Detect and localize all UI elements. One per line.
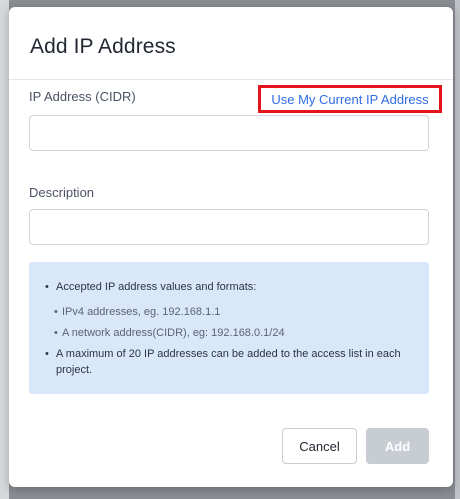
- backdrop: [0, 0, 9, 499]
- info-sub-item-text: IPv4 addresses, eg. 192.168.1.1: [62, 306, 221, 318]
- info-sub-item: • IPv4 addresses, eg. 192.168.1.1: [54, 304, 221, 320]
- info-box: • Accepted IP address values and formats…: [29, 262, 429, 394]
- bullet-icon: •: [54, 327, 58, 339]
- add-ip-dialog: Add IP Address IP Address (CIDR) Use My …: [9, 7, 453, 487]
- ip-address-input[interactable]: [29, 115, 429, 151]
- use-current-ip-link[interactable]: Use My Current IP Address: [258, 85, 442, 113]
- info-item-text: Accepted IP address values and formats:: [56, 281, 257, 293]
- bullet-icon: •: [54, 306, 58, 318]
- cancel-button[interactable]: Cancel: [282, 428, 357, 464]
- backdrop-scrollbar: [455, 0, 460, 499]
- info-sub-item: • A network address(CIDR), eg: 192.168.0…: [54, 325, 285, 341]
- info-item: • A maximum of 20 IP addresses can be ad…: [45, 346, 416, 378]
- info-sub-item-text: A network address(CIDR), eg: 192.168.0.1…: [62, 327, 285, 339]
- bullet-icon: •: [45, 348, 49, 360]
- description-input[interactable]: [29, 209, 429, 245]
- header-divider: [9, 79, 453, 80]
- info-item: • Accepted IP address values and formats…: [45, 279, 416, 295]
- dialog-title: Add IP Address: [30, 35, 176, 58]
- ip-address-label: IP Address (CIDR): [29, 89, 136, 104]
- description-label: Description: [29, 185, 95, 200]
- info-item-text: A maximum of 20 IP addresses can be adde…: [56, 348, 401, 376]
- add-button[interactable]: Add: [366, 428, 429, 464]
- bullet-icon: •: [45, 281, 49, 293]
